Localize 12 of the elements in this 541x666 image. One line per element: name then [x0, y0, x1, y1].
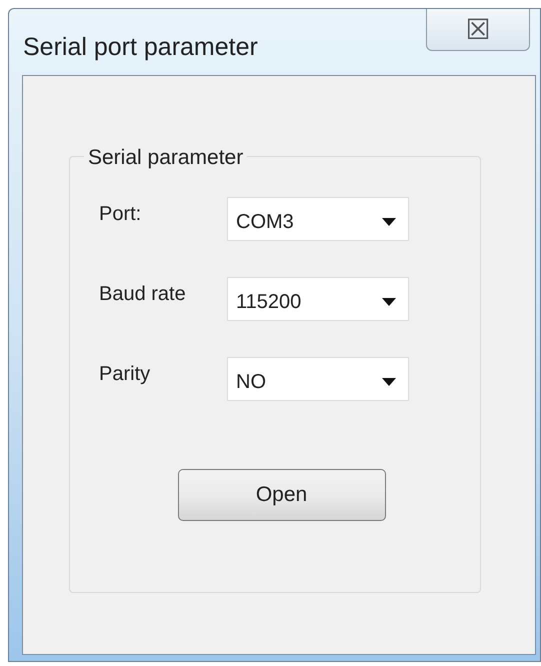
dropdown-arrow-icon — [382, 298, 396, 306]
field-label: Port: — [99, 202, 142, 227]
dropdown[interactable]: COM3 — [227, 197, 409, 241]
open-button[interactable]: Open — [178, 469, 386, 521]
window-title: Serial port parameter — [22, 32, 259, 63]
dropdown-arrow-icon — [382, 378, 396, 386]
dropdown-arrow-icon — [382, 218, 396, 226]
dropdown[interactable]: 115200 — [227, 277, 409, 321]
field-label: Parity — [99, 362, 152, 387]
close-button[interactable]: ☒ — [426, 9, 530, 51]
field-label: Baud rate — [99, 282, 187, 307]
dropdown[interactable]: NO — [227, 357, 409, 401]
